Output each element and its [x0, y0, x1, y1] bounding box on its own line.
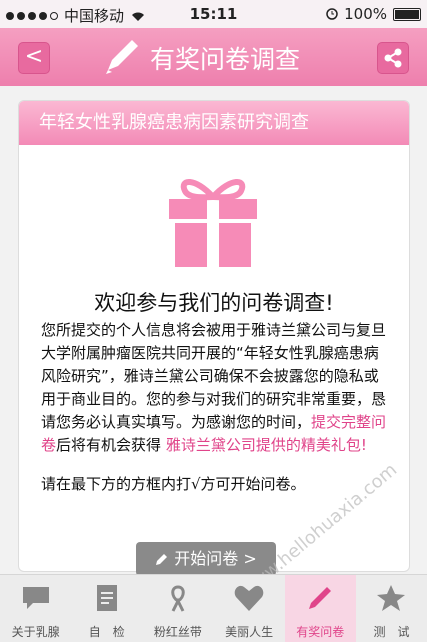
- alarm-icon: [326, 8, 338, 20]
- chat-bubble-icon: [22, 587, 49, 609]
- pencil-icon: [106, 40, 138, 74]
- battery-icon: [393, 7, 421, 21]
- status-right: 100%: [326, 5, 421, 23]
- gift-icon: [169, 179, 257, 267]
- app-header: < 有奖问卷调查: [0, 28, 427, 86]
- tab-survey[interactable]: 有奖问卷: [284, 575, 356, 642]
- tab-self-check[interactable]: 自 检: [71, 575, 142, 642]
- instruction-text: 请在最下方的方框内打√方可开始问卷。: [41, 475, 306, 493]
- tab-label: 关于乳腺: [11, 625, 60, 639]
- tab-label: 美丽人生: [225, 625, 274, 639]
- tab-about-breast[interactable]: 关于乳腺: [0, 575, 71, 642]
- tab-label: 测 试: [373, 625, 410, 639]
- tab-beautiful-life[interactable]: 美丽人生: [214, 575, 285, 642]
- page-title: 有奖问卷调查: [150, 45, 301, 74]
- share-button[interactable]: [377, 42, 409, 74]
- battery-percent: 100%: [344, 5, 387, 23]
- tab-label: 自 检: [88, 625, 125, 639]
- tab-label: 有奖问卷: [296, 625, 345, 639]
- welcome-heading: 欢迎参与我们的问卷调查!: [94, 291, 334, 315]
- pencil-icon: [309, 587, 332, 609]
- tab-label: 粉红丝带: [153, 625, 202, 639]
- back-button[interactable]: <: [18, 42, 50, 74]
- ribbon-icon: [171, 585, 185, 612]
- document-icon: [96, 585, 117, 611]
- back-icon: <: [24, 44, 44, 69]
- star-icon: [377, 585, 406, 611]
- intro-highlight-2: 雅诗兰黛公司提供的精美礼包!: [165, 436, 367, 454]
- share-icon: [384, 48, 402, 68]
- tab-test[interactable]: 测 试: [356, 575, 427, 642]
- intro-paragraph: 您所提交的个人信息将会被用于雅诗兰黛公司与复旦大学附属肿瘤医院共同开展的“年轻女…: [41, 319, 393, 457]
- tab-pink-ribbon[interactable]: 粉红丝带: [142, 575, 213, 642]
- intro-text-b: 后将有机会获得: [56, 436, 162, 454]
- start-survey-label: 开始问卷 >: [174, 549, 257, 568]
- tab-bar: 关于乳腺 自 检 粉红丝带 美丽人生 有奖问卷 测 试: [0, 574, 427, 642]
- edit-icon: [156, 554, 168, 565]
- heart-icon: [234, 585, 264, 611]
- status-bar: 中国移动 15:11 100%: [0, 0, 427, 28]
- survey-banner: 年轻女性乳腺癌患病因素研究调查: [19, 101, 409, 145]
